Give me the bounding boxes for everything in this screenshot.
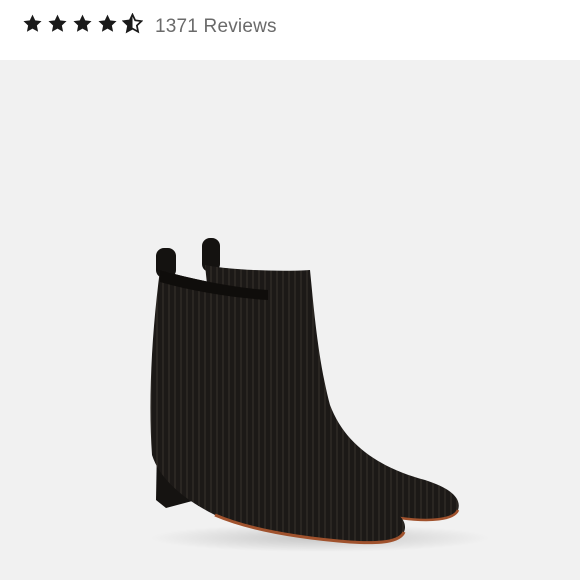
star-icon (98, 14, 117, 32)
product-image (0, 60, 580, 580)
star-icon (73, 14, 92, 32)
star-icon (48, 14, 67, 32)
half-star-icon (122, 13, 143, 34)
boots-icon (150, 238, 490, 552)
reviews-count-link[interactable]: 1371 Reviews (155, 16, 277, 38)
rating-summary[interactable]: 1371 Reviews (0, 0, 580, 58)
star-icon (23, 14, 42, 32)
star-rating[interactable] (22, 13, 143, 39)
product-view: 1371 Reviews (0, 0, 580, 580)
